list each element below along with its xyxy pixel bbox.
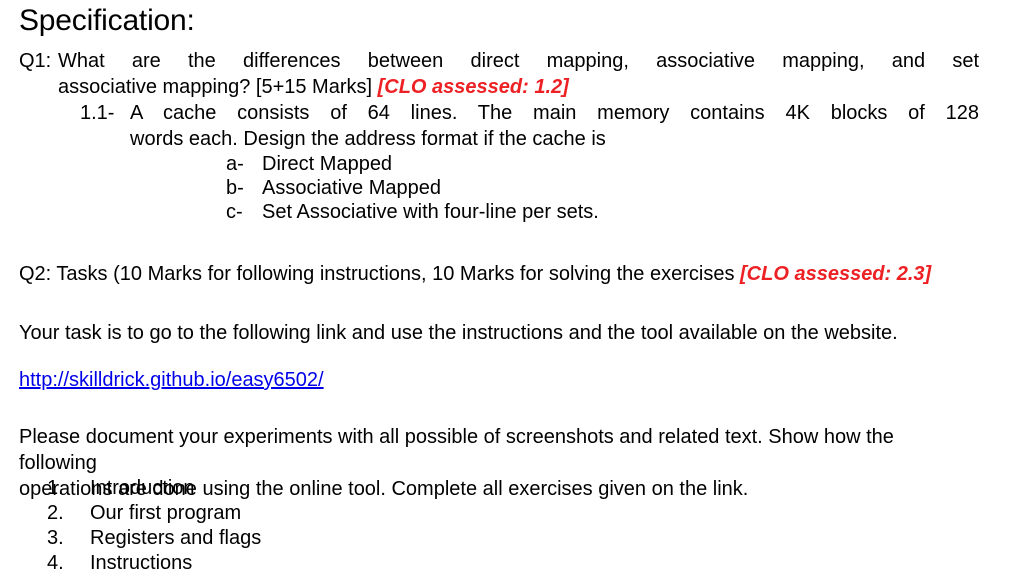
task-intro-paragraph: Your task is to go to the following link… (19, 322, 898, 344)
list-item-marker: 4. (47, 552, 64, 574)
clo-tag-2: [CLO assessed: 2.3] (740, 263, 932, 285)
question-2-line: Q2: Tasks (10 Marks for following instru… (19, 261, 931, 287)
list-item-label: Our first program (90, 502, 242, 524)
question-1-line-1: What are the differences between direct … (58, 50, 979, 72)
list-item: c- Set Associative with four-line per se… (226, 200, 826, 224)
question-1-line-2: associative mapping? [5+15 Marks] [CLO a… (58, 74, 979, 100)
sub-question-1-1-line-2: words each. Design the address format if… (130, 128, 606, 150)
easy6502-link[interactable]: http://skilldrick.github.io/easy6502/ (19, 369, 324, 391)
list-item: b- Associative Mapped (226, 176, 826, 200)
list-item-marker: 2. (47, 502, 64, 524)
list-item-label: Registers and flags (90, 527, 262, 549)
list-item-label: Direct Mapped (262, 153, 393, 175)
list-item-label: Instructions (90, 552, 193, 574)
list-item-label: Set Associative with four-line per sets. (262, 201, 599, 223)
exercises-list: 1. Introduction 2. Our first program 3. … (47, 476, 547, 576)
instructions-line-1: Please document your experiments with al… (19, 426, 894, 474)
list-item: a- Direct Mapped (226, 152, 826, 176)
mapping-options-list: a- Direct Mapped b- Associative Mapped c… (226, 152, 826, 224)
sub-question-1-1-block: 1.1- A cache consists of 64 lines. The m… (80, 100, 979, 152)
list-item: 2. Our first program (47, 501, 547, 526)
sub-question-1-1-body: A cache consists of 64 lines. The main m… (130, 100, 979, 152)
clo-tag-1: [CLO assessed: 1.2] (377, 76, 569, 98)
list-item-label: Associative Mapped (262, 177, 441, 199)
document-page: Specification: Q1: What are the differen… (0, 0, 1024, 576)
sub-question-1-1-label: 1.1- (80, 102, 115, 124)
list-item: 4. Instructions (47, 551, 547, 576)
list-item-marker: 1. (47, 477, 64, 499)
list-item-marker: b- (226, 177, 244, 199)
sub-question-1-1-row: 1.1- A cache consists of 64 lines. The m… (80, 100, 979, 152)
question-1-block: Q1: What are the differences between dir… (19, 48, 979, 100)
question-1-label: Q1: (19, 50, 52, 72)
list-item: 3. Registers and flags (47, 526, 547, 551)
question-2-text: Q2: Tasks (10 Marks for following instru… (19, 263, 741, 285)
list-item-marker: c- (226, 201, 243, 223)
list-item-label: Introduction (90, 477, 195, 499)
list-item: 1. Introduction (47, 476, 547, 501)
link-line: http://skilldrick.github.io/easy6502/ (19, 367, 324, 393)
sub-question-1-1-line-1: A cache consists of 64 lines. The main m… (130, 102, 979, 124)
question-1-row: Q1: What are the differences between dir… (19, 48, 979, 100)
list-item-marker: a- (226, 153, 244, 175)
page-title: Specification: (19, 4, 195, 37)
question-1-body: What are the differences between direct … (58, 48, 979, 100)
question-1-line-2-text: associative mapping? [5+15 Marks] (58, 76, 378, 98)
list-item-marker: 3. (47, 527, 64, 549)
